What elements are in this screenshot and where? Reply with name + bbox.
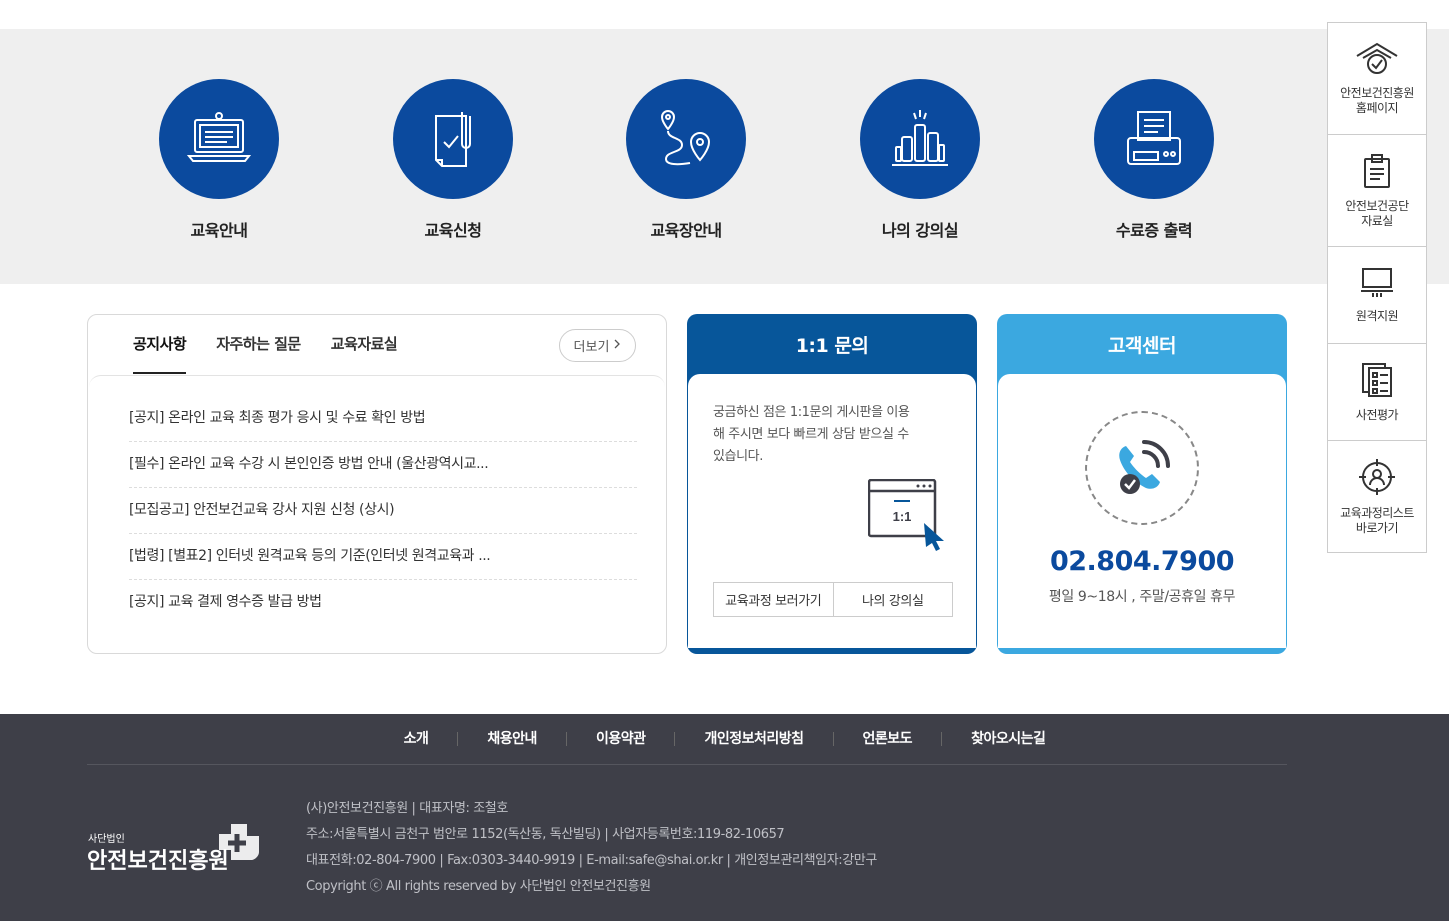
phone-number: 02.804.7900 xyxy=(1049,546,1235,577)
checklist-icon xyxy=(1361,362,1393,402)
business-hours: 평일 9~18시 , 주말/공휴일 휴무 xyxy=(1048,589,1236,605)
quick-label: 수료증 출력 xyxy=(1115,221,1193,240)
my-classroom-button[interactable]: 나의 강의실 xyxy=(832,583,953,616)
tab-faq[interactable]: 자주하는 질문 xyxy=(216,333,301,374)
side-item-label: 교육과정리스트 바로가기 xyxy=(1340,506,1414,535)
footer-link-about[interactable]: 소개 xyxy=(375,732,459,746)
printer-icon xyxy=(1094,79,1214,199)
footer-info-line: 대표전화:02-804-7900 | Fax:0303-3440-9919 | … xyxy=(306,853,877,868)
quick-my-classroom[interactable]: 나의 강의실 xyxy=(820,79,1020,241)
side-item-homepage[interactable]: 안전보건진흥원 홈페이지 xyxy=(1328,23,1426,135)
side-quick-menu: 안전보건진흥원 홈페이지 안전보건공단 자료실 원격지원 사전평가 교육과정리스… xyxy=(1327,22,1427,553)
notice-list: [공지] 온라인 교육 최종 평가 응시 및 수료 확인 방법 [필수] 온라인… xyxy=(129,396,637,626)
notice-item[interactable]: [법령] [별표2] 인터넷 원격교육 등의 기준(인터넷 원격교육과 ... xyxy=(129,534,637,580)
inquiry-title: 1:1 문의 xyxy=(795,334,869,357)
quick-certificate-print[interactable]: 수료증 출력 xyxy=(1054,79,1254,241)
map-route-icon xyxy=(626,79,746,199)
quick-edu-info[interactable]: 교육안내 xyxy=(119,79,319,241)
side-item-label: 안전보건공단 자료실 xyxy=(1345,198,1409,228)
side-item-remote-support[interactable]: 원격지원 xyxy=(1328,247,1426,344)
notice-item[interactable]: [공지] 온라인 교육 최종 평가 응시 및 수료 확인 방법 xyxy=(129,396,637,442)
more-button[interactable]: 더보기 xyxy=(559,329,636,362)
clipboard-icon xyxy=(1363,153,1391,193)
notice-list-panel: [공지] 온라인 교육 최종 평가 응시 및 수료 확인 방법 [필수] 온라인… xyxy=(89,375,665,652)
footer-logo-name: 안전보건진흥원 xyxy=(87,848,229,873)
side-item-kosha-library[interactable]: 안전보건공단 자료실 xyxy=(1328,135,1426,247)
quick-edu-apply[interactable]: 교육신청 xyxy=(353,79,553,241)
quick-label: 교육장안내 xyxy=(650,221,722,240)
side-item-pre-assessment[interactable]: 사전평가 xyxy=(1328,344,1426,441)
more-label: 더보기 xyxy=(573,340,610,355)
footer-logo-small: 사단법인 xyxy=(88,833,125,845)
laptop-icon xyxy=(159,79,279,199)
inquiry-window-icon: 1:1 xyxy=(867,478,948,555)
side-item-course-list[interactable]: 교육과정리스트 바로가기 xyxy=(1328,441,1426,553)
notice-tabs: 공지사항 자주하는 질문 교육자료실 xyxy=(133,333,398,374)
side-item-label: 사전평가 xyxy=(1355,407,1399,422)
inquiry-buttons: 교육과정 보러가기 나의 강의실 xyxy=(713,582,953,617)
chevron-right-icon xyxy=(613,338,621,353)
quick-label: 나의 강의실 xyxy=(881,221,959,240)
side-item-label: 안전보건진흥원 홈페이지 xyxy=(1340,85,1414,115)
inquiry-card: 1:1 문의 궁금하신 점은 1:1문의 게시판을 이용해 주시면 보다 빠르게… xyxy=(687,314,977,654)
inquiry-illust-text: 1:1 xyxy=(893,509,912,524)
home-check-icon xyxy=(1355,42,1399,80)
footer-info-line: 주소:서울특별시 금천구 범안로 1152(독산동, 독산빌딩) | 사업자등록… xyxy=(306,827,785,842)
side-item-label: 원격지원 xyxy=(1355,308,1399,323)
quick-menu-band: 교육안내 교육신청 교육장안내 나의 강의실 수료증 출력 xyxy=(0,29,1449,284)
footer: 소개 채용안내 이용약관 개인정보처리방침 언론보도 찾아오시는길 사단법인 안… xyxy=(0,714,1449,921)
footer-copyright: Copyright ⓒ All rights reserved by 사단법인 … xyxy=(306,879,651,894)
customer-center-body: 02.804.7900 평일 9~18시 , 주말/공휴일 휴무 xyxy=(998,374,1286,648)
customer-center-card: 고객센터 02.804.7900 평일 9~18시 , 주말/공휴일 휴무 xyxy=(997,314,1287,654)
inquiry-body: 궁금하신 점은 1:1문의 게시판을 이용해 주시면 보다 빠르게 상담 받으실… xyxy=(688,374,976,648)
notice-item[interactable]: [모집공고] 안전보건교육 강사 지원 신청 (상시) xyxy=(129,488,637,534)
notice-item[interactable]: [공지] 교육 결제 영수증 발급 방법 xyxy=(129,580,637,626)
footer-link-press[interactable]: 언론보도 xyxy=(834,732,943,746)
footer-info-line: (사)안전보건진흥원 | 대표자명: 조철호 xyxy=(306,801,508,816)
footer-divider xyxy=(87,764,1287,765)
footer-link-directions[interactable]: 찾아오시는길 xyxy=(942,732,1074,746)
phone-call-icon xyxy=(1085,411,1199,525)
footer-logo: 사단법인 안전보건진흥원 xyxy=(87,822,259,878)
footer-nav: 소개 채용안내 이용약관 개인정보처리방침 언론보도 찾아오시는길 xyxy=(0,714,1449,764)
quick-edu-location[interactable]: 교육장안내 xyxy=(586,79,786,241)
view-courses-button[interactable]: 교육과정 보러가기 xyxy=(714,583,833,616)
monitor-icon xyxy=(1359,267,1395,303)
tab-notice[interactable]: 공지사항 xyxy=(133,333,187,374)
footer-link-careers[interactable]: 채용안내 xyxy=(458,732,567,746)
notice-item[interactable]: [필수] 온라인 교육 수강 시 본인인증 방법 안내 (울산광역시교... xyxy=(129,442,637,488)
document-check-icon xyxy=(393,79,513,199)
tab-edu-materials[interactable]: 교육자료실 xyxy=(331,333,398,374)
footer-link-terms[interactable]: 이용약관 xyxy=(567,732,676,746)
bar-chart-icon xyxy=(860,79,980,199)
inquiry-description: 궁금하신 점은 1:1문의 게시판을 이용해 주시면 보다 빠르게 상담 받으실… xyxy=(713,405,910,464)
target-user-icon xyxy=(1358,458,1396,500)
customer-center-title: 고객센터 xyxy=(1108,334,1176,357)
quick-label: 교육신청 xyxy=(424,221,482,240)
notice-board: 공지사항 자주하는 질문 교육자료실 더보기 [공지] 온라인 교육 최종 평가… xyxy=(87,314,667,654)
footer-link-privacy[interactable]: 개인정보처리방침 xyxy=(675,732,834,746)
footer-company-info: (사)안전보건진흥원 | 대표자명: 조철호 주소:서울특별시 금천구 범안로 … xyxy=(306,796,877,900)
quick-label: 교육안내 xyxy=(190,221,248,240)
